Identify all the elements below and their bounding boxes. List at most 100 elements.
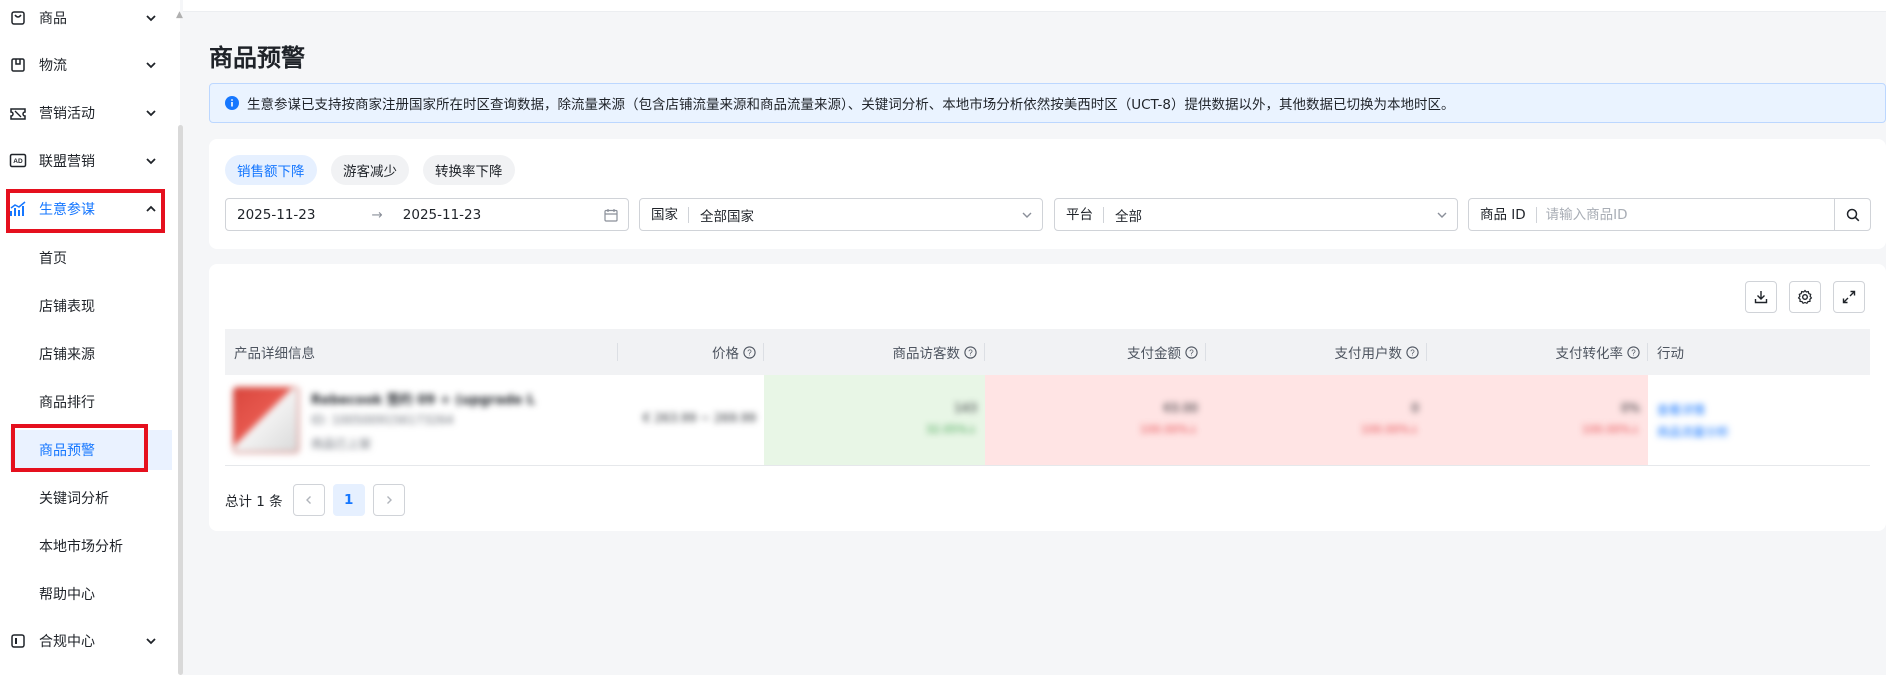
column-header-label: 价格 xyxy=(712,346,739,362)
search-button[interactable] xyxy=(1834,199,1870,230)
product-id-input[interactable] xyxy=(1536,206,1834,223)
chevron-up-icon xyxy=(144,202,158,216)
package-icon xyxy=(9,56,27,74)
sidebar-item-label: 合规中心 xyxy=(39,634,95,650)
sidebar-item-marketing[interactable]: 营销活动 xyxy=(0,91,172,135)
visitors-change: 32.05%↓ xyxy=(925,423,977,436)
cell-pay-users: 0 100.00%↓ xyxy=(1206,375,1427,465)
product-status: 商品已上架 xyxy=(311,437,372,451)
help-icon[interactable]: ? xyxy=(1627,345,1640,359)
notice-text: 生意参谋已支持按商家注册国家所在时区查询数据，除流量来源（包含店铺流量来源和商品… xyxy=(247,97,1455,113)
chevron-down-icon xyxy=(1012,209,1042,221)
sidebar-subitem-product-ranking[interactable]: 商品排行 xyxy=(0,382,172,422)
product-id-search[interactable]: 商品 ID xyxy=(1468,198,1871,231)
date-end[interactable]: 2025-11-23 xyxy=(403,207,481,223)
date-range-picker[interactable]: 2025-11-23 → 2025-11-23 xyxy=(225,198,629,231)
settings-button[interactable] xyxy=(1789,281,1821,313)
platform-label: 平台 xyxy=(1055,206,1104,223)
help-icon[interactable]: ? xyxy=(1406,345,1419,359)
sidebar-subitem-product-alert[interactable]: 商品预警 xyxy=(10,430,172,470)
expand-icon xyxy=(1842,290,1856,304)
svg-text:?: ? xyxy=(1189,348,1194,357)
conversion-change: 100.00%↓ xyxy=(1581,423,1640,436)
fullscreen-button[interactable] xyxy=(1833,281,1865,313)
search-icon xyxy=(1846,208,1859,221)
shopping-bag-icon xyxy=(9,9,27,27)
table-card: 产品详细信息 价格 ? 商品访客数 ? 支付金额 ? 支付用户数 ? 支付转化率… xyxy=(209,264,1886,531)
ad-icon: AD xyxy=(9,152,27,170)
svg-text:?: ? xyxy=(747,348,752,357)
total-count: 总计 1 条 xyxy=(225,494,283,510)
platform-select[interactable]: 平台 全部 xyxy=(1054,198,1458,231)
pay-amount-value: €0.00 xyxy=(1163,401,1198,415)
help-icon[interactable]: ? xyxy=(743,345,756,359)
filter-card: 销售额下降 游客减少 转换率下降 2025-11-23 → 2025-11-23… xyxy=(209,139,1886,249)
traffic-analysis-link[interactable]: 商品流量分析 xyxy=(1657,423,1729,440)
product-id-label: 商品 ID xyxy=(1469,206,1537,223)
column-header-visitors: 商品访客数 ? xyxy=(764,329,985,375)
sidebar-item-label: 商品 xyxy=(39,11,67,27)
date-start[interactable]: 2025-11-23 xyxy=(237,207,315,223)
product-thumbnail[interactable] xyxy=(233,387,299,453)
chip-visitor-decrease[interactable]: 游客减少 xyxy=(331,155,409,185)
table-row: Rebecook 签约 09 + (upgrade L ID: 10050091… xyxy=(225,375,1870,466)
help-icon[interactable]: ? xyxy=(1185,345,1198,359)
chevron-down-icon xyxy=(144,634,158,648)
column-header-conversion: 支付转化率 ? xyxy=(1427,329,1648,375)
chevron-down-icon xyxy=(1427,209,1457,221)
product-name[interactable]: Rebecook 签约 09 + (upgrade L xyxy=(311,389,535,408)
cell-product: Rebecook 签约 09 + (upgrade L ID: 10050091… xyxy=(225,375,618,465)
chevron-down-icon xyxy=(144,11,158,25)
prev-page-button[interactable] xyxy=(292,484,325,516)
sidebar-item-business-advisor[interactable]: 生意参谋 xyxy=(0,187,172,231)
product-id: ID: 1005009156173264 xyxy=(311,413,454,427)
country-value: 全部国家 xyxy=(700,208,754,225)
sidebar-item-label: 营销活动 xyxy=(39,106,95,122)
view-details-link[interactable]: 查看详情 xyxy=(1657,401,1705,418)
sidebar-subitem-local-market[interactable]: 本地市场分析 xyxy=(0,526,172,566)
pay-amount-change: 100.00%↓ xyxy=(1139,423,1198,436)
scroll-up-arrow-icon[interactable]: ▲ xyxy=(176,10,183,20)
help-icon[interactable]: ? xyxy=(964,345,977,359)
next-page-button[interactable] xyxy=(372,484,405,516)
country-select[interactable]: 国家 全部国家 xyxy=(639,198,1043,231)
chip-conversion-decline[interactable]: 转换率下降 xyxy=(423,155,515,185)
chevron-down-icon xyxy=(144,154,158,168)
column-header-label: 支付用户数 xyxy=(1334,346,1403,362)
page-title: 商品预警 xyxy=(209,44,305,72)
pay-users-change: 100.00%↓ xyxy=(1360,423,1419,436)
platform-value: 全部 xyxy=(1115,208,1142,225)
sidebar-item-products[interactable]: 商品 xyxy=(0,0,172,40)
price-value: € 263.99 ~ 269.99 xyxy=(642,411,756,425)
sidebar-subitem-keyword-analysis[interactable]: 关键词分析 xyxy=(0,478,172,518)
chart-icon xyxy=(9,200,27,218)
sidebar-subitem-help-center[interactable]: 帮助中心 xyxy=(0,574,172,614)
sidebar-item-label: 联盟营销 xyxy=(39,154,95,170)
cell-action: 查看详情 商品流量分析 xyxy=(1648,375,1850,465)
sidebar-subitem-store-source[interactable]: 店铺来源 xyxy=(0,334,172,374)
pagination: 总计 1 条 1 xyxy=(225,484,405,516)
calendar-icon xyxy=(604,208,618,222)
cell-conversion: 0% 100.00%↓ xyxy=(1427,375,1648,465)
sidebar-item-label: 生意参谋 xyxy=(39,202,95,218)
column-header-label: 商品访客数 xyxy=(892,346,961,362)
chip-sales-decline[interactable]: 销售额下降 xyxy=(225,155,317,185)
chevron-down-icon xyxy=(144,58,158,72)
cell-pay-amount: €0.00 100.00%↓ xyxy=(985,375,1206,465)
visitors-value: 143 xyxy=(954,401,977,415)
download-button[interactable] xyxy=(1745,281,1777,313)
column-header-pay-users: 支付用户数 ? xyxy=(1206,329,1427,375)
column-header-label: 支付转化率 xyxy=(1555,346,1624,362)
conversion-value: 0% xyxy=(1620,401,1640,415)
sidebar-item-logistics[interactable]: 物流 xyxy=(0,43,172,87)
arrow-right-icon: → xyxy=(371,206,383,223)
column-header-product: 产品详细信息 xyxy=(225,329,618,375)
pay-users-value: 0 xyxy=(1411,401,1419,415)
svg-text:?: ? xyxy=(968,348,973,357)
sidebar-subitem-home[interactable]: 首页 xyxy=(0,238,172,278)
sidebar-scrollbar[interactable] xyxy=(178,125,183,675)
page-button-1[interactable]: 1 xyxy=(332,484,365,516)
sidebar-subitem-store-performance[interactable]: 店铺表现 xyxy=(0,286,172,326)
sidebar-item-affiliate[interactable]: AD 联盟营销 xyxy=(0,139,172,183)
sidebar-item-compliance[interactable]: 合规中心 xyxy=(0,619,172,663)
